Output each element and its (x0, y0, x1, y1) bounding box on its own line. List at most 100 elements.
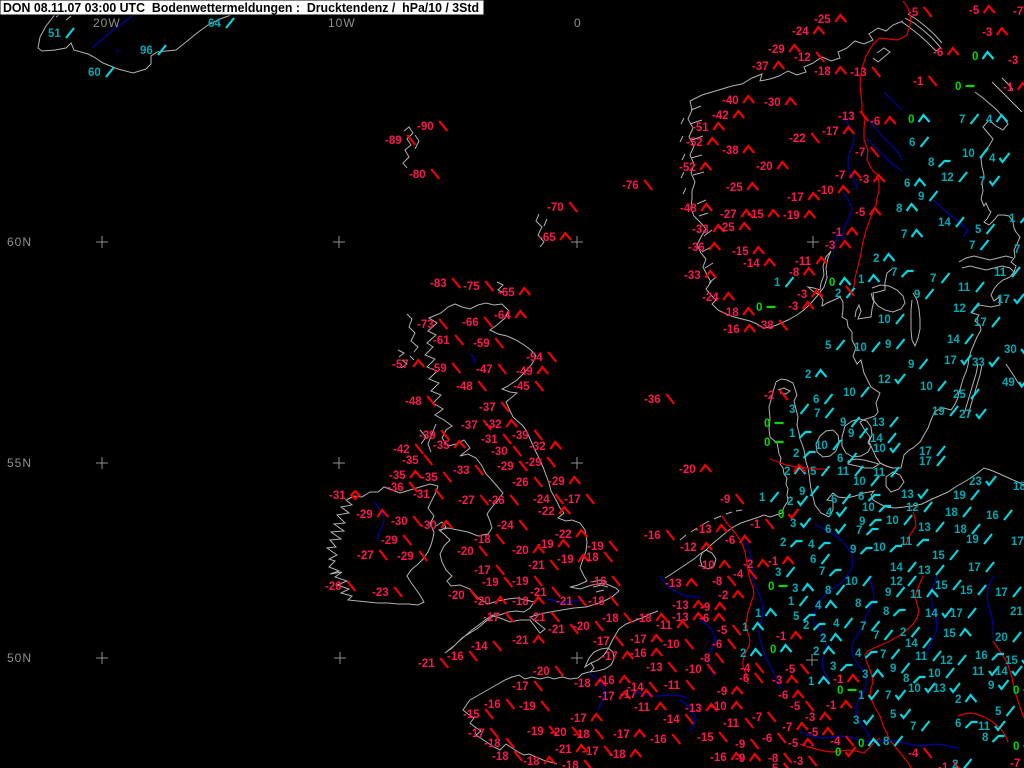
svg-text:3: 3 (790, 518, 796, 530)
svg-text:-1: -1 (938, 762, 949, 768)
svg-text:-13: -13 (685, 703, 702, 715)
svg-text:55N: 55N (7, 456, 32, 470)
svg-text:13: 13 (918, 565, 931, 577)
svg-text:-7: -7 (1013, 6, 1023, 18)
svg-text:4: 4 (833, 618, 840, 630)
svg-text:7: 7 (979, 176, 985, 188)
svg-text:7: 7 (910, 721, 916, 733)
svg-text:-7: -7 (855, 147, 865, 159)
svg-text:-21: -21 (529, 612, 546, 624)
svg-text:-17: -17 (787, 192, 804, 204)
svg-text:-31: -31 (329, 490, 346, 502)
svg-text:-45: -45 (513, 381, 530, 393)
svg-text:-5: -5 (717, 625, 728, 637)
svg-text:-30: -30 (420, 520, 437, 532)
svg-text:-33: -33 (692, 224, 709, 236)
svg-text:7: 7 (959, 114, 965, 126)
svg-text:-30: -30 (764, 97, 781, 109)
svg-text:-27: -27 (357, 550, 374, 562)
svg-text:-54: -54 (526, 352, 543, 364)
svg-text:4: 4 (808, 539, 815, 551)
svg-text:-18: -18 (573, 729, 590, 741)
svg-text:2: 2 (813, 646, 819, 658)
svg-text:-48: -48 (456, 381, 473, 393)
svg-text:-6: -6 (778, 690, 788, 702)
svg-text:10: 10 (815, 440, 828, 452)
svg-text:-36: -36 (688, 242, 705, 254)
svg-text:-18: -18 (635, 613, 652, 625)
svg-text:-64: -64 (494, 310, 511, 322)
svg-text:-18: -18 (609, 749, 626, 761)
svg-text:-8: -8 (712, 576, 723, 588)
svg-text:-6: -6 (739, 673, 749, 685)
svg-text:10: 10 (908, 683, 921, 695)
svg-text:9: 9 (988, 680, 994, 692)
svg-text:-16: -16 (447, 651, 464, 663)
svg-text:-70: -70 (547, 202, 564, 214)
svg-text:7: 7 (969, 240, 975, 252)
svg-text:-17: -17 (598, 691, 615, 703)
svg-text:-83: -83 (430, 278, 447, 290)
svg-text:6: 6 (813, 394, 819, 406)
svg-text:-17: -17 (483, 612, 500, 624)
svg-text:15: 15 (943, 628, 956, 640)
svg-text:-31: -31 (481, 434, 498, 446)
svg-text:5: 5 (975, 224, 982, 236)
svg-text:-20: -20 (325, 581, 342, 593)
svg-text:13: 13 (901, 489, 914, 501)
svg-text:-18: -18 (588, 596, 605, 608)
svg-text:-73: -73 (417, 319, 434, 331)
svg-text:-14: -14 (471, 641, 488, 653)
svg-text:-29: -29 (356, 509, 373, 521)
svg-text:-16: -16 (723, 324, 740, 336)
svg-text:4: 4 (986, 114, 993, 126)
svg-text:-13: -13 (646, 662, 663, 674)
svg-text:-20: -20 (679, 464, 696, 476)
svg-text:-16: -16 (630, 648, 647, 660)
svg-text:-33: -33 (684, 270, 701, 282)
svg-text:8: 8 (855, 598, 862, 610)
svg-text:12: 12 (953, 303, 966, 315)
svg-text:3: 3 (789, 404, 795, 416)
svg-text:10: 10 (862, 502, 875, 514)
svg-text:23: 23 (969, 476, 982, 488)
svg-text:6: 6 (831, 494, 837, 506)
svg-text:5: 5 (995, 706, 1002, 718)
svg-text:11: 11 (994, 267, 1007, 279)
svg-text:-3: -3 (982, 27, 992, 39)
svg-text:-26: -26 (488, 495, 505, 507)
svg-text:18: 18 (945, 507, 958, 519)
svg-text:16: 16 (975, 650, 988, 662)
svg-text:11: 11 (915, 651, 928, 663)
svg-text:14: 14 (995, 666, 1008, 678)
svg-text:-8: -8 (789, 267, 800, 279)
svg-text:-12: -12 (794, 52, 811, 64)
svg-text:-18: -18 (582, 552, 599, 564)
svg-text:27: 27 (959, 409, 972, 421)
svg-text:-5: -5 (788, 738, 799, 750)
svg-text:-30: -30 (391, 516, 408, 528)
svg-text:2: 2 (805, 369, 811, 381)
svg-text:-7: -7 (1010, 758, 1020, 768)
svg-text:-17: -17 (822, 126, 839, 138)
svg-text:-10: -10 (710, 701, 727, 713)
svg-text:-18: -18 (722, 307, 739, 319)
svg-text:9: 9 (918, 191, 924, 203)
svg-text:-42: -42 (712, 110, 729, 122)
svg-text:6: 6 (904, 178, 910, 190)
svg-text:-7: -7 (752, 712, 762, 724)
svg-text:-35: -35 (433, 440, 450, 452)
svg-text:-3: -3 (772, 675, 782, 687)
svg-text:1: 1 (808, 676, 815, 688)
svg-text:-59: -59 (473, 338, 490, 350)
svg-text:19: 19 (932, 406, 945, 418)
svg-text:6: 6 (837, 453, 843, 465)
svg-text:0: 0 (768, 581, 774, 593)
svg-text:12: 12 (906, 502, 919, 514)
svg-text:-32: -32 (529, 441, 546, 453)
svg-text:17: 17 (950, 608, 963, 620)
svg-text:-48: -48 (680, 203, 697, 215)
svg-text:-21: -21 (555, 744, 572, 756)
svg-text:-17: -17 (630, 634, 647, 646)
svg-text:-20: -20 (512, 545, 529, 557)
